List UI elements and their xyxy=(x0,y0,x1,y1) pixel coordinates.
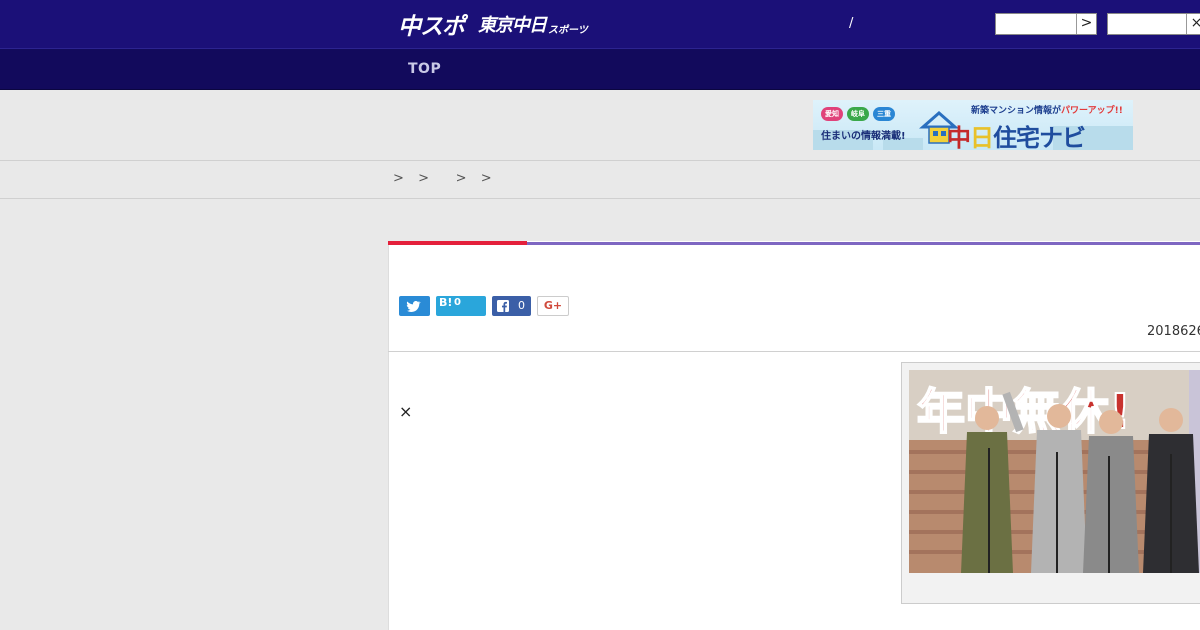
site-logo[interactable]: 中スポ 東京中日 スポーツ xyxy=(398,8,588,40)
breadcrumb[interactable]: > > > > xyxy=(393,171,494,186)
facebook-count: 0 xyxy=(518,299,525,312)
divider xyxy=(388,351,1200,352)
article-date: 2018626 xyxy=(1147,324,1200,339)
region-badge: 愛知 xyxy=(821,107,843,121)
banner-headline: 新築マンション情報がパワーアップ!! xyxy=(971,103,1123,116)
logo-sub: 東京中日 xyxy=(478,15,547,36)
twitter-share-button[interactable] xyxy=(399,296,430,316)
facebook-icon xyxy=(497,300,509,312)
logo-main: 中スポ xyxy=(398,14,465,40)
housing-ad-banner[interactable]: 新築マンション情報がパワーアップ!! 愛知 岐阜 三重 住まいの情報満載! 中日… xyxy=(813,100,1133,150)
site-header: 中スポ 東京中日 スポーツ / > × xyxy=(0,0,1200,48)
banner-brand: 中日住宅ナビ xyxy=(947,118,1086,150)
twitter-icon xyxy=(406,301,421,312)
hatena-label: B! xyxy=(439,296,453,309)
header-separator: / xyxy=(849,16,854,31)
banner-headline-accent: パワーアップ!! xyxy=(1061,106,1123,116)
divider xyxy=(0,160,1200,161)
photo-image: 年中無休! xyxy=(909,370,1200,573)
main-nav: TOP xyxy=(0,48,1200,90)
article-accent-purple xyxy=(527,242,1200,245)
logo-small: スポーツ xyxy=(548,24,588,36)
hatena-bookmark-button[interactable]: B! 0 xyxy=(436,296,486,316)
brand-part-1: 中 xyxy=(947,124,971,150)
banner-regions: 愛知 岐阜 三重 xyxy=(821,107,895,121)
article-accent-red xyxy=(388,241,527,245)
region-badge: 三重 xyxy=(873,107,895,121)
close-icon[interactable]: × xyxy=(1186,14,1200,34)
region-badge: 岐阜 xyxy=(847,107,869,121)
header-search-box[interactable]: > xyxy=(995,13,1097,35)
article-photo[interactable]: 年中無休! xyxy=(909,370,1200,573)
divider xyxy=(0,198,1200,199)
chevron-right-icon[interactable]: > xyxy=(1076,14,1096,34)
google-plus-share-button[interactable]: G+ xyxy=(537,296,569,316)
banner-tagline: 住まいの情報満載! xyxy=(821,131,906,142)
brand-part-3: 住宅ナビ xyxy=(993,124,1086,150)
photo-sign-text: 年中無休! xyxy=(917,384,1131,440)
nav-item-top[interactable]: TOP xyxy=(408,61,441,77)
brand-part-2: 日 xyxy=(970,124,994,150)
banner-headline-text: 新築マンション情報が xyxy=(971,106,1062,116)
facebook-share-button[interactable]: 0 xyxy=(492,296,531,316)
close-icon[interactable]: × xyxy=(399,404,412,420)
hatena-count: 0 xyxy=(454,297,461,308)
header-login-box[interactable]: × xyxy=(1107,13,1200,35)
